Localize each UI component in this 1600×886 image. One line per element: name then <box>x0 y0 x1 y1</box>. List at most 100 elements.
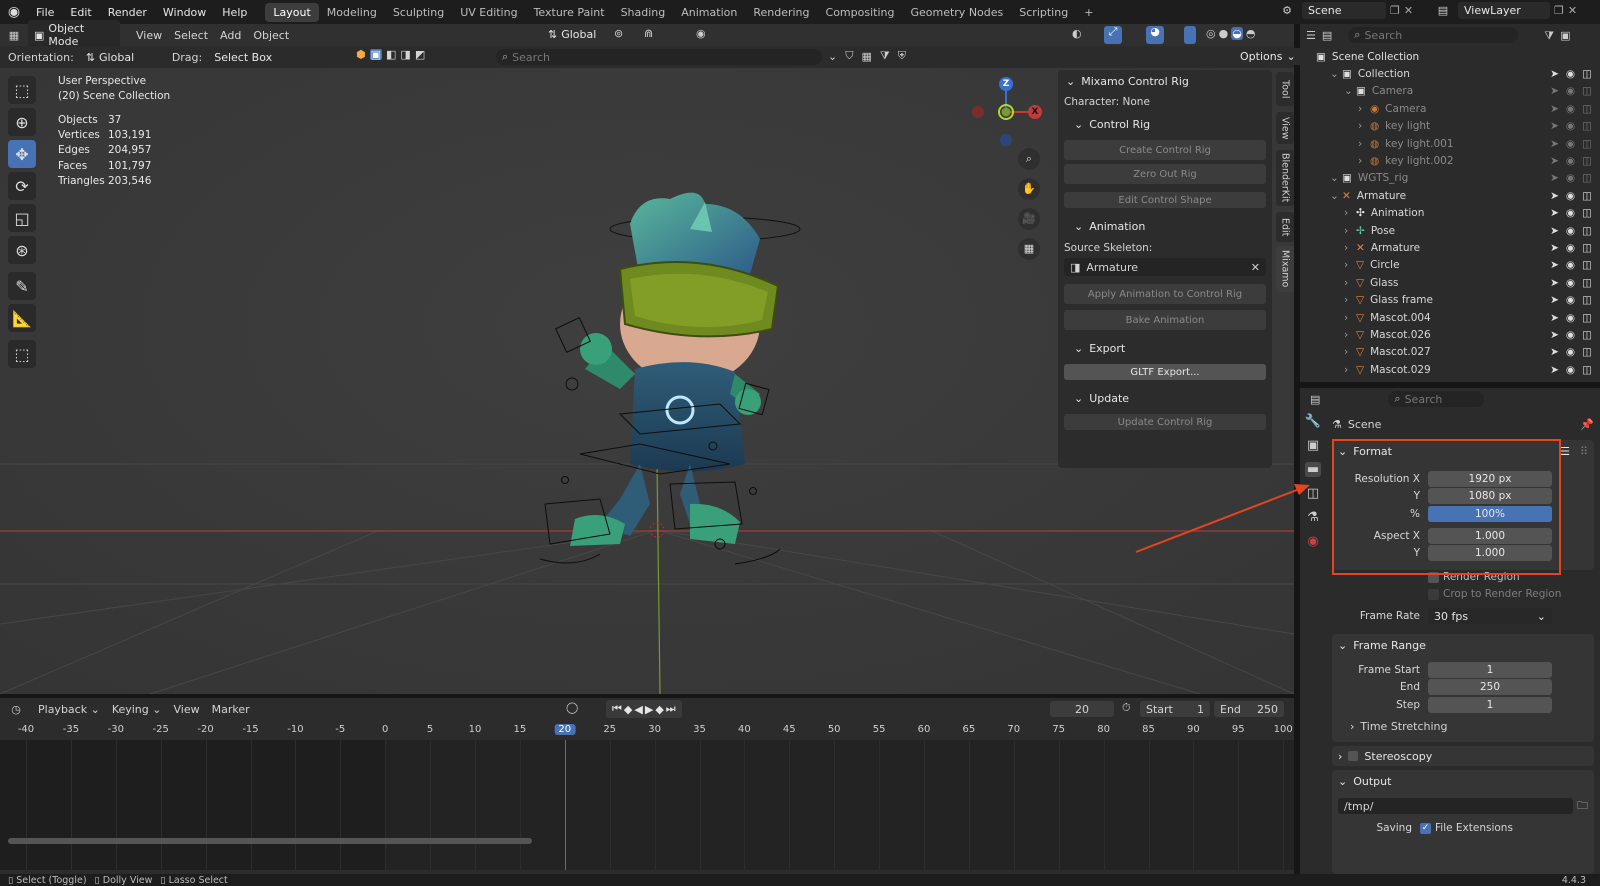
tab-compositing[interactable]: Compositing <box>818 3 903 22</box>
filter-icon[interactable]: ⧩ <box>1544 30 1554 41</box>
select-toggle-icon[interactable]: ➤ <box>1550 155 1559 167</box>
expand-chevron-icon[interactable]: › <box>1344 364 1356 376</box>
eye-icon[interactable]: ◉ <box>1566 155 1575 167</box>
scene-icon[interactable]: ⚙ <box>1276 5 1298 16</box>
update-control-rig-button[interactable]: Update Control Rig <box>1064 414 1266 430</box>
tab-blenderkit[interactable]: BlenderKit <box>1276 150 1294 206</box>
output-tab-icon[interactable]: ▬ <box>1304 462 1322 477</box>
render-camera-icon[interactable]: ◫ <box>1582 364 1592 376</box>
add-cube-tool-icon[interactable]: ⬚ <box>8 340 36 368</box>
file-extensions-checkbox[interactable]: ✓ <box>1420 822 1431 834</box>
outliner-row[interactable]: › ◉ Camera ➤ ◉ ◫ <box>1300 100 1600 117</box>
world-tab-icon[interactable]: ◉ <box>1307 534 1318 549</box>
timeline-menu-view[interactable]: View <box>167 703 205 716</box>
outliner-row[interactable]: › ▽ Circle ➤ ◉ ◫ <box>1300 257 1600 274</box>
crop-checkbox[interactable] <box>1428 588 1439 600</box>
prev-keyframe-icon[interactable]: ◆ <box>624 703 632 716</box>
eye-icon[interactable]: ◉ <box>1566 242 1575 254</box>
timeline-menu-playback[interactable]: Playback ⌄ <box>32 703 106 716</box>
export-section[interactable]: ⌄ Export <box>1058 336 1272 360</box>
select-subtract-icon[interactable]: ◨ <box>400 49 410 60</box>
select-toggle-icon[interactable]: ➤ <box>1550 138 1559 150</box>
viewlayer-icon[interactable]: ▤ <box>1432 5 1454 16</box>
render-region-row[interactable]: Render Region <box>1428 571 1520 583</box>
display-mode-icon[interactable]: ▤ <box>1322 30 1332 41</box>
frame-rate-dropdown[interactable]: 30 fps ⌄ <box>1428 608 1552 624</box>
tab-uv-editing[interactable]: UV Editing <box>452 3 525 22</box>
expand-chevron-icon[interactable]: › <box>1344 259 1356 271</box>
eye-icon[interactable]: ◉ <box>1566 138 1575 150</box>
eye-icon[interactable]: ◉ <box>1566 68 1575 80</box>
bookmark-icon[interactable]: ⛉ <box>845 49 853 63</box>
menu-file[interactable]: File <box>28 6 62 19</box>
outliner-row[interactable]: › ▽ Mascot.027 ➤ ◉ ◫ <box>1300 344 1600 361</box>
tab-geometry-nodes[interactable]: Geometry Nodes <box>902 3 1011 22</box>
drag-dropdown[interactable]: Select Box <box>208 48 279 66</box>
tab-modeling[interactable]: Modeling <box>319 3 385 22</box>
render-camera-icon[interactable]: ◫ <box>1582 172 1592 184</box>
end-frame-field[interactable]: End 250 <box>1214 701 1284 717</box>
frame-ruler[interactable]: -40 -35 -30 -25 -20 -15 -10 -5 0 5 10 15 20 25 30 35 40 4… <box>0 720 1294 740</box>
render-camera-icon[interactable]: ◫ <box>1582 155 1592 167</box>
add-workspace-button[interactable]: + <box>1076 3 1101 22</box>
view-layer-tab-icon[interactable]: ◫ <box>1307 486 1319 501</box>
frame-range-header[interactable]: ⌄ Frame Range <box>1332 634 1594 656</box>
annotate-tool-icon[interactable]: ✎ <box>8 272 36 300</box>
pivot-icon[interactable]: ⊚ <box>614 28 623 39</box>
close-scene-icon[interactable]: ✕ <box>1404 5 1413 16</box>
camera-view-icon[interactable]: 🎥 <box>1018 208 1040 230</box>
scene-collection-row[interactable]: ▣ Scene Collection <box>1300 48 1600 65</box>
eye-icon[interactable]: ◉ <box>1566 225 1575 237</box>
expand-chevron-icon[interactable]: › <box>1344 312 1356 324</box>
editor-type-icon[interactable]: ▦ <box>0 30 28 41</box>
outliner-row[interactable]: › ▽ Mascot.026 ➤ ◉ ◫ <box>1300 326 1600 343</box>
render-camera-icon[interactable]: ◫ <box>1582 207 1592 219</box>
rendered-shading-icon[interactable]: ◓ <box>1246 28 1256 39</box>
collection-icon[interactable]: ▦ <box>861 50 871 63</box>
tab-view[interactable]: View <box>1276 112 1294 144</box>
eye-icon[interactable]: ◉ <box>1566 190 1575 202</box>
orientation-dropdown[interactable]: ⇅ Global <box>79 48 164 66</box>
expand-chevron-icon[interactable]: › <box>1344 207 1356 219</box>
play-icon[interactable]: ▶ <box>645 703 653 716</box>
viewport-menu-add[interactable]: Add <box>214 29 247 42</box>
outliner-row[interactable]: ⌄ ▣ WGTS_rig ➤ ◉ ◫ <box>1300 170 1600 187</box>
dropdown-icon[interactable]: ⌄ <box>828 50 837 63</box>
overlays-icon[interactable]: ◕ <box>1146 26 1164 44</box>
expand-chevron-icon[interactable]: ⌄ <box>1330 190 1342 202</box>
pin-icon[interactable]: 📌 <box>1580 418 1594 431</box>
select-toggle-icon[interactable]: ➤ <box>1550 277 1559 289</box>
render-camera-icon[interactable]: ◫ <box>1582 68 1592 80</box>
scale-tool-icon[interactable]: ◱ <box>8 204 36 232</box>
tab-edit[interactable]: Edit <box>1276 212 1294 242</box>
expand-chevron-icon[interactable]: › <box>1358 103 1370 115</box>
measure-tool-icon[interactable]: 📐 <box>8 304 36 332</box>
select-toggle-icon[interactable]: ➤ <box>1550 207 1559 219</box>
playhead[interactable] <box>564 740 566 870</box>
select-extend-icon[interactable]: ◧ <box>386 49 396 60</box>
tab-tool[interactable]: Tool <box>1276 72 1294 106</box>
proportional-edit-icon[interactable]: ◉ <box>696 28 706 39</box>
zoom-icon[interactable]: ⌕ <box>1018 148 1040 170</box>
select-toggle-icon[interactable]: ➤ <box>1550 120 1559 132</box>
z-axis-label[interactable]: Z <box>999 77 1013 91</box>
play-reverse-icon[interactable]: ◀ <box>634 703 642 716</box>
outliner-row[interactable]: › ▽ Mascot.029 ➤ ◉ ◫ <box>1300 361 1600 378</box>
select-toggle-icon[interactable]: ➤ <box>1550 172 1559 184</box>
create-control-rig-button[interactable]: Create Control Rig <box>1064 140 1266 160</box>
viewport-search-field[interactable]: ⌕ Search <box>496 49 822 65</box>
select-box-tool-icon[interactable]: ⬚ <box>8 76 36 104</box>
next-keyframe-icon[interactable]: ◆ <box>655 703 663 716</box>
menu-help[interactable]: Help <box>214 6 255 19</box>
crop-region-row[interactable]: Crop to Render Region <box>1428 588 1561 600</box>
control-rig-section[interactable]: ⌄ Control Rig <box>1058 112 1272 136</box>
resolution-percentage-slider[interactable]: 100% <box>1428 506 1552 522</box>
copy-viewlayer-icon[interactable]: ❐ <box>1554 5 1564 16</box>
jump-end-icon[interactable]: ⏭ <box>666 702 676 716</box>
select-toggle-icon[interactable]: ➤ <box>1550 364 1559 376</box>
time-stretching-subpanel[interactable]: › Time Stretching <box>1350 720 1448 733</box>
eye-icon[interactable]: ◉ <box>1566 277 1575 289</box>
outliner-row[interactable]: › ✣ Animation ➤ ◉ ◫ <box>1300 205 1600 222</box>
select-toggle-icon[interactable]: ➤ <box>1550 68 1559 80</box>
aspect-y-field[interactable]: 1.000 <box>1428 545 1552 561</box>
